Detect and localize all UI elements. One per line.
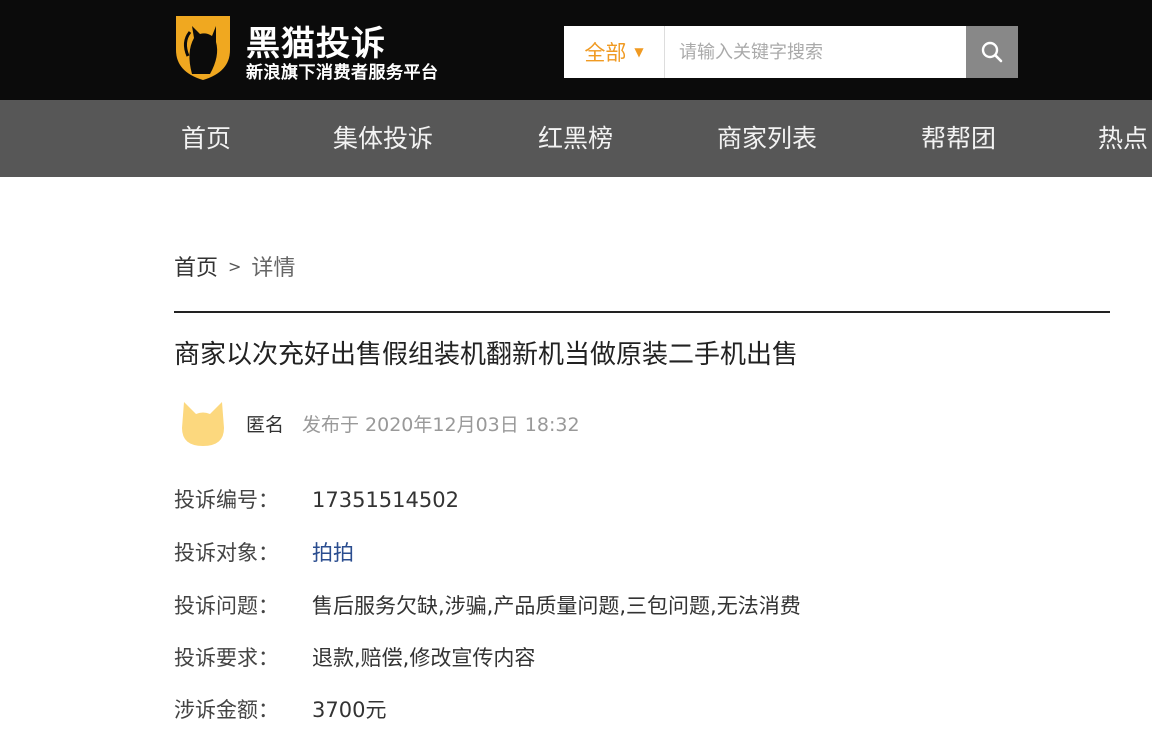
site-logo[interactable]: 黑猫投诉 新浪旗下消费者服务平台 bbox=[172, 12, 502, 84]
nav-item-merchant-list[interactable]: 商家列表 bbox=[717, 100, 817, 177]
publish-time: 发布于 2020年12月03日 18:32 bbox=[302, 414, 580, 436]
main-nav: 首页 集体投诉 红黑榜 商家列表 帮帮团 热点 bbox=[0, 100, 1152, 177]
title-divider bbox=[174, 311, 1110, 313]
caret-down-icon: ▼ bbox=[634, 45, 644, 59]
author-name: 匿名 bbox=[246, 414, 285, 436]
nav-item-help-group[interactable]: 帮帮团 bbox=[921, 100, 996, 177]
search-bar: 全部 ▼ bbox=[564, 26, 1018, 78]
site-header: 黑猫投诉 新浪旗下消费者服务平台 全部 ▼ bbox=[0, 0, 1152, 100]
search-scope-dropdown[interactable]: 全部 ▼ bbox=[564, 26, 665, 78]
field-value: 退款,赔偿,修改宣传内容 bbox=[312, 646, 536, 670]
field-complaint-target: 投诉对象： 拍拍 bbox=[174, 537, 354, 567]
target-merchant-link[interactable]: 拍拍 bbox=[312, 541, 354, 565]
nav-item-home[interactable]: 首页 bbox=[181, 100, 231, 177]
black-cat-shield-logo-icon bbox=[176, 16, 230, 80]
field-complaint-number: 投诉编号： 17351514502 bbox=[174, 484, 459, 514]
field-value: 17351514502 bbox=[312, 488, 459, 512]
field-complaint-issue: 投诉问题： 售后服务欠缺,涉骗,产品质量问题,三包问题,无法消费 bbox=[174, 590, 801, 620]
complaint-title: 商家以次充好出售假组装机翻新机当做原装二手机出售 bbox=[174, 340, 799, 370]
field-amount: 涉诉金额： 3700元 bbox=[174, 694, 386, 724]
nav-item-red-black-list[interactable]: 红黑榜 bbox=[538, 100, 613, 177]
field-value: 售后服务欠缺,涉骗,产品质量问题,三包问题,无法消费 bbox=[312, 594, 801, 618]
search-input[interactable] bbox=[665, 26, 966, 78]
breadcrumb-home[interactable]: 首页 bbox=[174, 250, 218, 282]
search-icon bbox=[981, 41, 1003, 63]
logo-subtitle: 新浪旗下消费者服务平台 bbox=[246, 63, 439, 83]
field-label: 投诉编号： bbox=[174, 488, 279, 512]
breadcrumb-current: 详情 bbox=[251, 256, 296, 281]
nav-item-hot-topics[interactable]: 热点 bbox=[1098, 100, 1148, 177]
field-label: 涉诉金额： bbox=[174, 698, 279, 722]
breadcrumb: 首页 > 详情 bbox=[174, 250, 295, 282]
nav-item-group-complaints[interactable]: 集体投诉 bbox=[333, 100, 433, 177]
field-label: 投诉要求： bbox=[174, 646, 279, 670]
search-scope-label: 全部 bbox=[584, 41, 627, 65]
field-complaint-request: 投诉要求： 退款,赔偿,修改宣传内容 bbox=[174, 642, 535, 672]
field-label: 投诉问题： bbox=[174, 594, 279, 618]
search-button[interactable] bbox=[966, 26, 1018, 78]
field-value: 3700元 bbox=[312, 698, 387, 722]
cat-avatar-icon bbox=[182, 402, 224, 446]
breadcrumb-separator: > bbox=[228, 256, 242, 276]
field-label: 投诉对象： bbox=[174, 541, 279, 565]
